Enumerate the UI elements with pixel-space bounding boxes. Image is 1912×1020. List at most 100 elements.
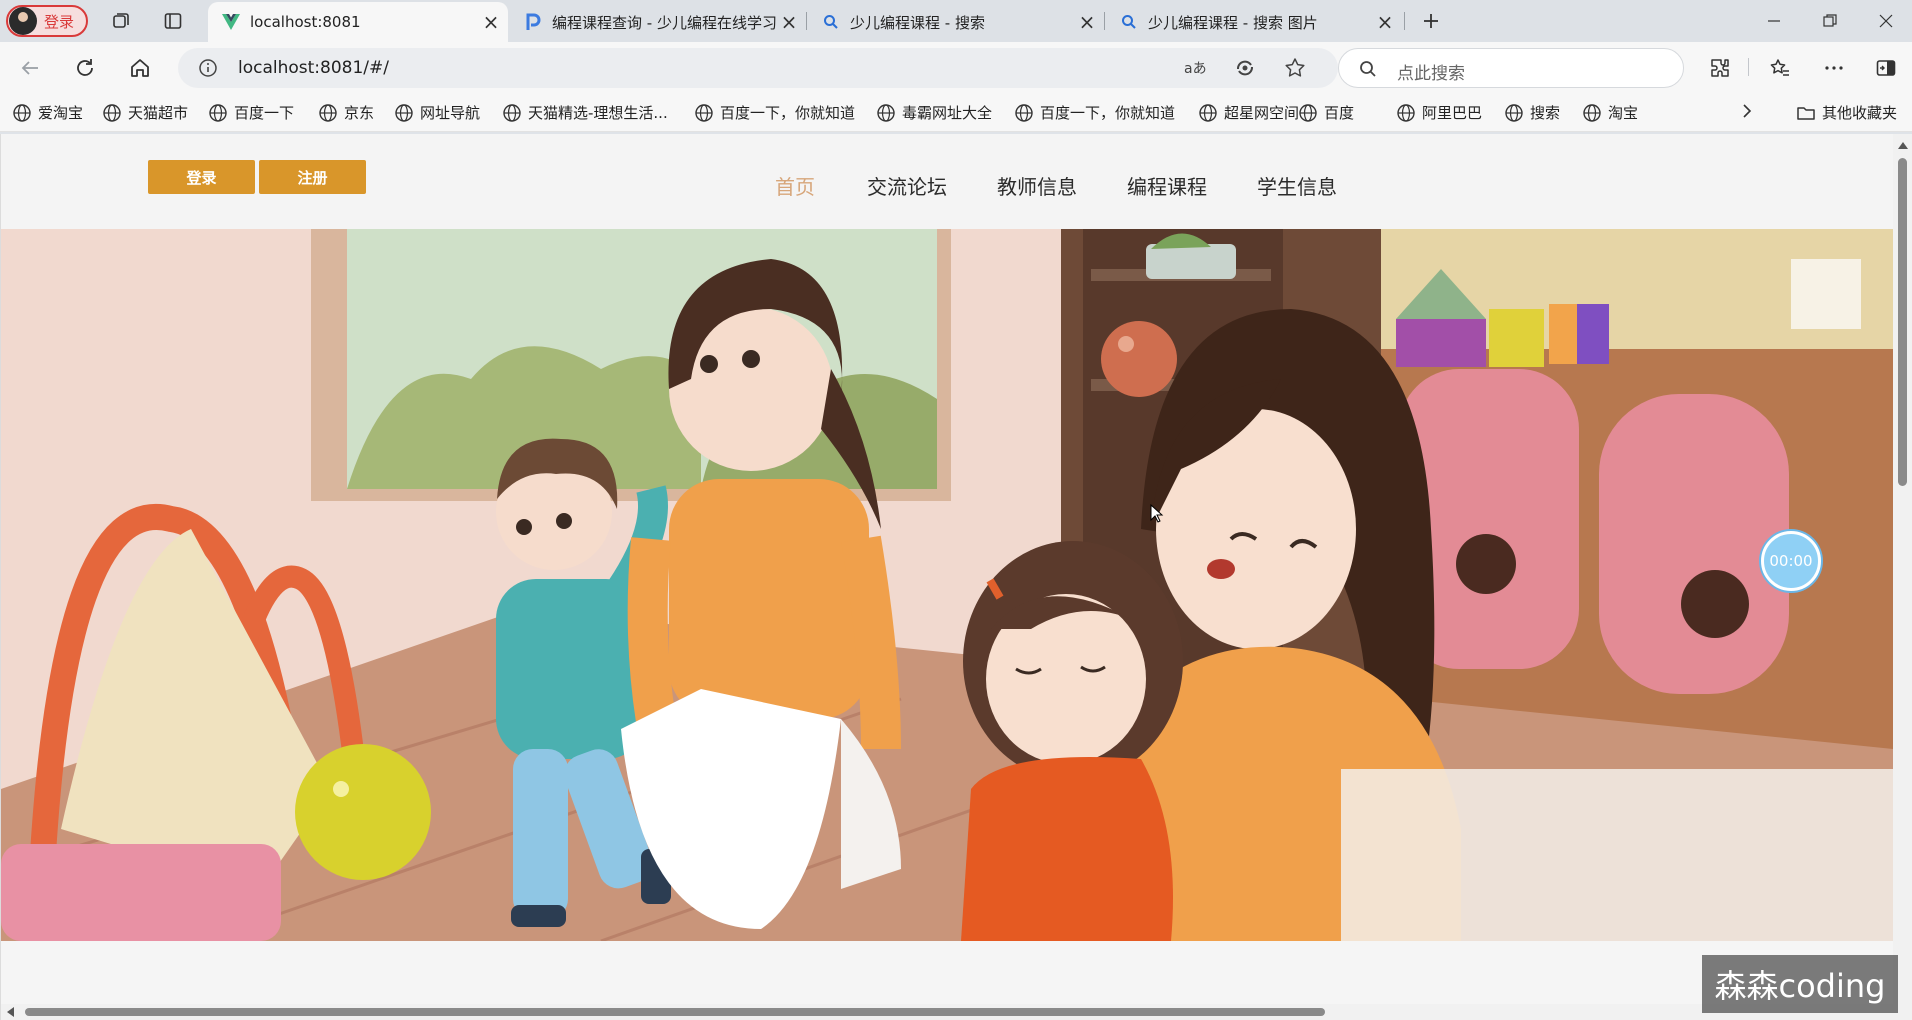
scroll-left-arrow-icon[interactable]: [7, 1007, 14, 1017]
tab-title: 少儿编程课程 - 搜索 图片: [1148, 13, 1318, 32]
watermark: 森森coding: [1702, 955, 1898, 1013]
favorite-star-icon[interactable]: [1278, 52, 1312, 84]
site-header: 登录 注册 首页 交流论坛 教师信息 编程课程 学生信息: [1, 134, 1893, 230]
bookmark-label: 百度一下: [234, 104, 295, 122]
search-input[interactable]: 点此搜索: [1338, 48, 1684, 88]
new-tab-button[interactable]: [1416, 7, 1446, 35]
close-icon[interactable]: ×: [1374, 10, 1396, 34]
search-icon: [822, 13, 840, 31]
globe-icon: [1396, 103, 1416, 123]
toolbar-separator: [1748, 58, 1749, 76]
bookmark-label: 超星网空间: [1224, 104, 1300, 122]
read-aloud-icon[interactable]: aあ: [1178, 52, 1212, 84]
planet-icon: [1198, 103, 1218, 123]
globe-icon: [12, 103, 32, 123]
bookmark-item[interactable]: 淘宝: [1582, 102, 1638, 123]
tab-separator: [806, 12, 807, 30]
bookmark-item[interactable]: 京东: [318, 102, 374, 123]
close-icon[interactable]: ×: [480, 10, 502, 34]
globe-icon: [318, 103, 338, 123]
bookmark-item[interactable]: 阿里巴巴: [1396, 102, 1482, 123]
window-close-icon[interactable]: [1858, 0, 1912, 42]
bookmark-item[interactable]: 爱淘宝: [12, 102, 83, 123]
address-bar[interactable]: localhost:8081/#/ aあ: [178, 48, 1338, 88]
bookmark-label: 阿里巴巴: [1422, 104, 1483, 122]
search-icon: [1359, 60, 1377, 82]
browser-essentials-icon[interactable]: [1228, 52, 1262, 84]
address-toolbar: localhost:8081/#/ aあ 点此搜索: [0, 42, 1912, 94]
close-icon[interactable]: ×: [778, 10, 800, 34]
nav-forum[interactable]: 交流论坛: [867, 171, 947, 200]
more-options-icon[interactable]: [1816, 51, 1852, 85]
tab-separator: [1104, 12, 1105, 30]
nav-courses[interactable]: 编程课程: [1127, 171, 1207, 200]
tab-separator: [1404, 12, 1405, 30]
svg-text:aあ: aあ: [1184, 61, 1206, 77]
folder-icon: [1796, 103, 1816, 123]
back-arrow-icon[interactable]: [12, 51, 48, 85]
extensions-icon[interactable]: [1702, 51, 1738, 85]
search-icon: [1120, 13, 1138, 31]
refresh-icon[interactable]: [67, 51, 103, 85]
nav-students[interactable]: 学生信息: [1257, 171, 1337, 200]
profile-label: 登录: [44, 12, 75, 31]
bookmark-label: 京东: [344, 104, 375, 122]
bookmark-label: 爱淘宝: [38, 104, 84, 122]
bookmark-item[interactable]: 百度一下，你就知道: [694, 102, 855, 123]
close-icon[interactable]: ×: [1076, 10, 1098, 34]
globe-icon: [876, 103, 896, 123]
tab-localhost[interactable]: localhost:8081 ×: [208, 2, 508, 42]
globe-icon: [1582, 103, 1602, 123]
globe-icon: [102, 103, 122, 123]
search-placeholder: 点此搜索: [1397, 64, 1465, 84]
copilot-sidebar-icon[interactable]: [1868, 51, 1904, 85]
nav-teachers[interactable]: 教师信息: [997, 171, 1077, 200]
workspaces-icon[interactable]: [106, 7, 136, 35]
globe-icon: [694, 103, 714, 123]
tab-title: localhost:8081: [250, 13, 361, 31]
horizontal-scrollbar[interactable]: [1, 1004, 1893, 1020]
tab-search-images[interactable]: 少儿编程课程 - 搜索 图片 ×: [1106, 2, 1402, 42]
tab-actions-icon[interactable]: [158, 7, 188, 35]
bookmark-item[interactable]: 百度: [1298, 102, 1354, 123]
favorites-icon[interactable]: [1762, 51, 1798, 85]
bookmark-item[interactable]: 天猫精选-理想生活...: [502, 102, 668, 123]
tab-title: 编程课程查询 - 少儿编程在线学习: [552, 13, 777, 32]
bookmark-item[interactable]: 天猫超市: [102, 102, 188, 123]
bookmark-label: 搜索: [1530, 104, 1561, 122]
browser-window: 登录 localhost:8081 × 编程课程查询 - 少儿编程在线学习 ×: [0, 0, 1912, 1020]
page-viewport: 登录 注册 首页 交流论坛 教师信息 编程课程 学生信息 00:00: [0, 134, 1912, 1020]
restore-icon[interactable]: [1802, 0, 1858, 42]
site-info-icon[interactable]: [198, 58, 218, 82]
home-icon[interactable]: [122, 51, 158, 85]
horizontal-scrollbar-thumb[interactable]: [25, 1008, 1325, 1016]
bookmark-label: 百度: [1324, 104, 1355, 122]
profile-button[interactable]: 登录: [6, 5, 88, 37]
vertical-scrollbar-thumb[interactable]: [1898, 158, 1907, 486]
other-bookmarks[interactable]: 其他收藏夹: [1796, 102, 1897, 123]
register-button[interactable]: 注册: [259, 160, 366, 194]
bookmarks-bar: 爱淘宝 天猫超市 百度一下 京东 网址导航 天猫精选-理想生活... 百度一下，你就知道 毒霸…: [0, 94, 1912, 132]
tab-course-query[interactable]: 编程课程查询 - 少儿编程在线学习 ×: [510, 2, 806, 42]
globe-icon: [208, 103, 228, 123]
bookmark-item[interactable]: 百度一下，你就知道: [1014, 102, 1175, 123]
bookmark-label: 百度一下，你就知道: [1040, 104, 1176, 122]
vertical-scrollbar[interactable]: [1893, 134, 1912, 1020]
bookmark-item[interactable]: 超星网空间: [1198, 102, 1299, 123]
minimize-icon[interactable]: [1746, 0, 1802, 42]
hero-banner-image: 00:00: [1, 229, 1893, 941]
other-bookmarks-label: 其他收藏夹: [1822, 104, 1898, 122]
bookmark-item[interactable]: 百度一下: [208, 102, 294, 123]
timer-badge[interactable]: 00:00: [1761, 531, 1821, 591]
scroll-up-arrow-icon[interactable]: [1898, 142, 1908, 149]
globe-icon: [1014, 103, 1034, 123]
tab-search[interactable]: 少儿编程课程 - 搜索 ×: [808, 2, 1104, 42]
tab-title: 少儿编程课程 - 搜索: [850, 13, 985, 32]
bookmark-label: 天猫精选-理想生活...: [528, 104, 668, 122]
bookmark-item[interactable]: 搜索: [1504, 102, 1560, 123]
login-button[interactable]: 登录: [148, 160, 255, 194]
bookmark-item[interactable]: 毒霸网址大全: [876, 102, 992, 123]
bookmarks-overflow-icon[interactable]: [1740, 102, 1754, 120]
nav-home[interactable]: 首页: [775, 171, 815, 200]
bookmark-item[interactable]: 网址导航: [394, 102, 480, 123]
